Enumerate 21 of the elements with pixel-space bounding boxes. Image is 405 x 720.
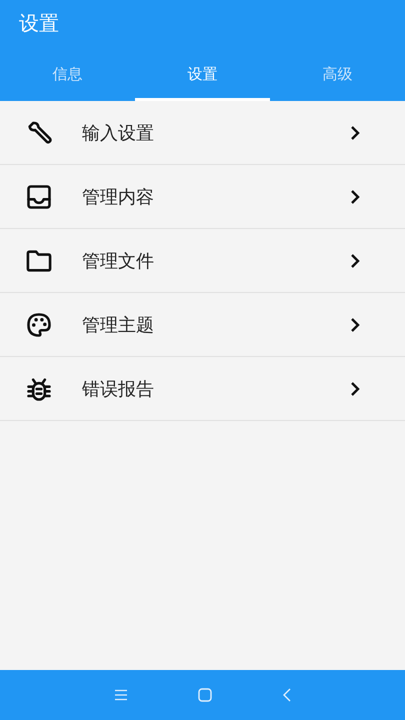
- menu-label: 错误报告: [82, 378, 155, 400]
- chevron-icon: [350, 252, 360, 268]
- chevron-icon: [350, 316, 360, 332]
- menu-row[interactable]: 管理文件: [0, 229, 405, 293]
- menu-row[interactable]: 输入设置: [0, 101, 405, 165]
- chevron-icon: [350, 124, 360, 140]
- menu-icon[interactable]: [114, 689, 128, 701]
- palette-icon: [25, 310, 53, 338]
- chevron-icon: [350, 380, 360, 396]
- menu-label: 管理文件: [82, 250, 155, 272]
- chevron-icon: [350, 188, 360, 204]
- menu-row[interactable]: 错误报告: [0, 357, 405, 421]
- menu-row[interactable]: 管理内容: [0, 165, 405, 229]
- menu-label: 输入设置: [82, 122, 155, 144]
- tray-icon: [25, 182, 53, 210]
- screen-title: 设置: [18, 10, 59, 37]
- menu-label: 管理主题: [82, 314, 155, 336]
- back-icon[interactable]: [282, 688, 292, 702]
- menu-label: 管理内容: [82, 186, 155, 208]
- home-square-icon[interactable]: [198, 688, 212, 702]
- menu-row[interactable]: 管理主题: [0, 293, 405, 357]
